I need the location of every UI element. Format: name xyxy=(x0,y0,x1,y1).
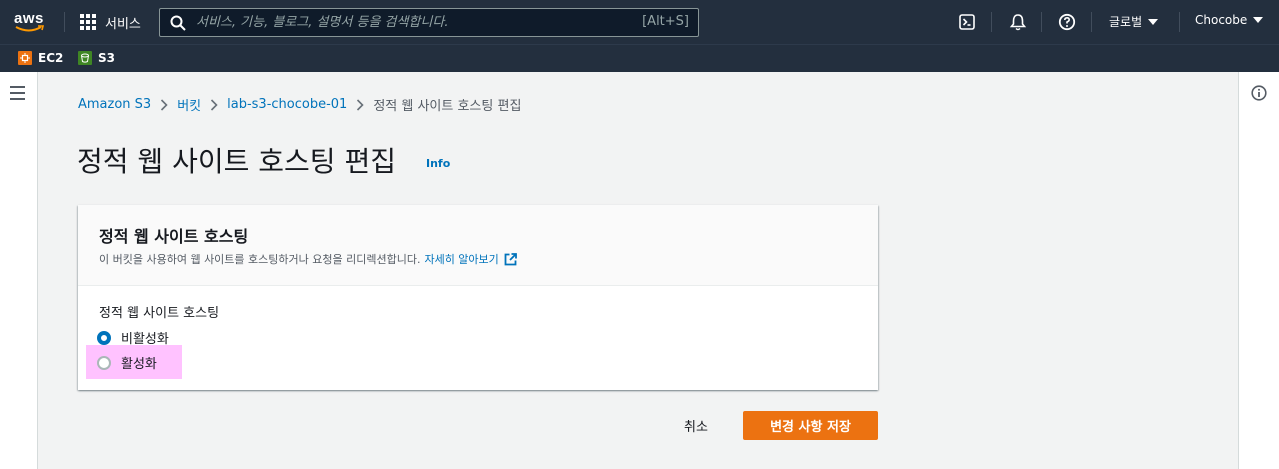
breadcrumb: Amazon S3 버킷 lab-s3-chocobe-01 정적 웹 사이트 … xyxy=(78,95,521,114)
aws-smile-icon xyxy=(15,25,45,32)
region-label: 글로벌 xyxy=(1109,15,1143,29)
breadcrumb-link-amazon-s3[interactable]: Amazon S3 xyxy=(78,97,151,112)
radio-label: 활성화 xyxy=(121,357,157,372)
account-label: Chocobe xyxy=(1195,13,1248,27)
external-link-icon xyxy=(504,252,517,265)
save-changes-button[interactable]: 변경 사항 저장 xyxy=(743,411,878,440)
hamburger-menu-icon[interactable] xyxy=(10,86,25,104)
favorites-bar: EC2 S3 xyxy=(0,44,1279,72)
panel-description-text: 이 버킷을 사용하여 웹 사이트를 호스팅하거나 요청을 리디렉션합니다. xyxy=(99,253,421,266)
breadcrumb-link-buckets[interactable]: 버킷 xyxy=(177,95,201,114)
cloudshell-icon[interactable] xyxy=(957,12,977,32)
tools-panel-rail xyxy=(1238,72,1279,469)
favorite-label: EC2 xyxy=(38,51,64,65)
nav-divider xyxy=(991,12,992,32)
radio-button-checked[interactable] xyxy=(97,330,111,345)
search-bar[interactable]: [Alt+S] xyxy=(159,8,699,37)
search-input[interactable] xyxy=(196,15,636,30)
static-website-hosting-panel: 정적 웹 사이트 호스팅 이 버킷을 사용하여 웹 사이트를 호스팅하거나 요청… xyxy=(78,205,878,390)
favorite-label: S3 xyxy=(98,51,115,65)
hosting-field-label: 정적 웹 사이트 호스팅 xyxy=(99,306,220,321)
top-navigation: aws 서비스 [Alt+S] 글로벌 Chocobe xyxy=(0,0,1279,44)
panel-description: 이 버킷을 사용하여 웹 사이트를 호스팅하거나 요청을 리디렉션합니다. 자세… xyxy=(99,251,517,267)
cancel-button[interactable]: 취소 xyxy=(684,416,708,435)
breadcrumb-current: 정적 웹 사이트 호스팅 편집 xyxy=(373,99,522,114)
info-panel-icon[interactable] xyxy=(1251,85,1267,105)
radio-button-unchecked[interactable] xyxy=(97,355,111,370)
search-icon xyxy=(170,15,186,31)
services-label: 서비스 xyxy=(105,16,141,32)
nav-divider xyxy=(1179,12,1180,32)
side-navigation-rail xyxy=(0,72,38,469)
breadcrumb-link-bucket[interactable]: lab-s3-chocobe-01 xyxy=(227,97,347,112)
chevron-right-icon xyxy=(356,98,364,111)
search-shortcut-hint: [Alt+S] xyxy=(642,14,689,29)
radio-label: 비활성화 xyxy=(121,332,169,347)
nav-divider xyxy=(1091,12,1092,32)
ec2-icon xyxy=(18,51,32,65)
favorite-ec2[interactable]: EC2 xyxy=(18,51,63,65)
account-menu[interactable]: Chocobe xyxy=(1195,13,1264,27)
chevron-right-icon xyxy=(210,98,218,111)
panel-title: 정적 웹 사이트 호스팅 xyxy=(99,227,249,246)
panel-header: 정적 웹 사이트 호스팅 이 버킷을 사용하여 웹 사이트를 호스팅하거나 요청… xyxy=(78,205,878,286)
nav-divider xyxy=(1041,12,1042,32)
grid-icon xyxy=(80,14,96,30)
s3-icon xyxy=(78,51,92,65)
region-menu[interactable]: 글로벌 xyxy=(1109,13,1159,30)
learn-more-label: 자세히 알아보기 xyxy=(424,253,499,266)
chevron-right-icon xyxy=(160,98,168,111)
aws-logo[interactable]: aws xyxy=(14,8,48,36)
help-icon[interactable] xyxy=(1057,12,1077,32)
learn-more-link[interactable]: 자세히 알아보기 xyxy=(424,251,517,267)
radio-enable[interactable]: 활성화 xyxy=(97,353,157,372)
services-menu-button[interactable]: 서비스 xyxy=(80,10,141,34)
bell-icon[interactable] xyxy=(1008,12,1028,32)
nav-divider xyxy=(64,12,65,32)
info-link[interactable]: Info xyxy=(426,157,450,170)
page-title: 정적 웹 사이트 호스팅 편집 xyxy=(77,145,396,178)
radio-disable[interactable]: 비활성화 xyxy=(97,328,169,347)
favorite-s3[interactable]: S3 xyxy=(78,51,115,65)
caret-down-icon xyxy=(1148,18,1159,25)
caret-down-icon xyxy=(1253,17,1264,23)
